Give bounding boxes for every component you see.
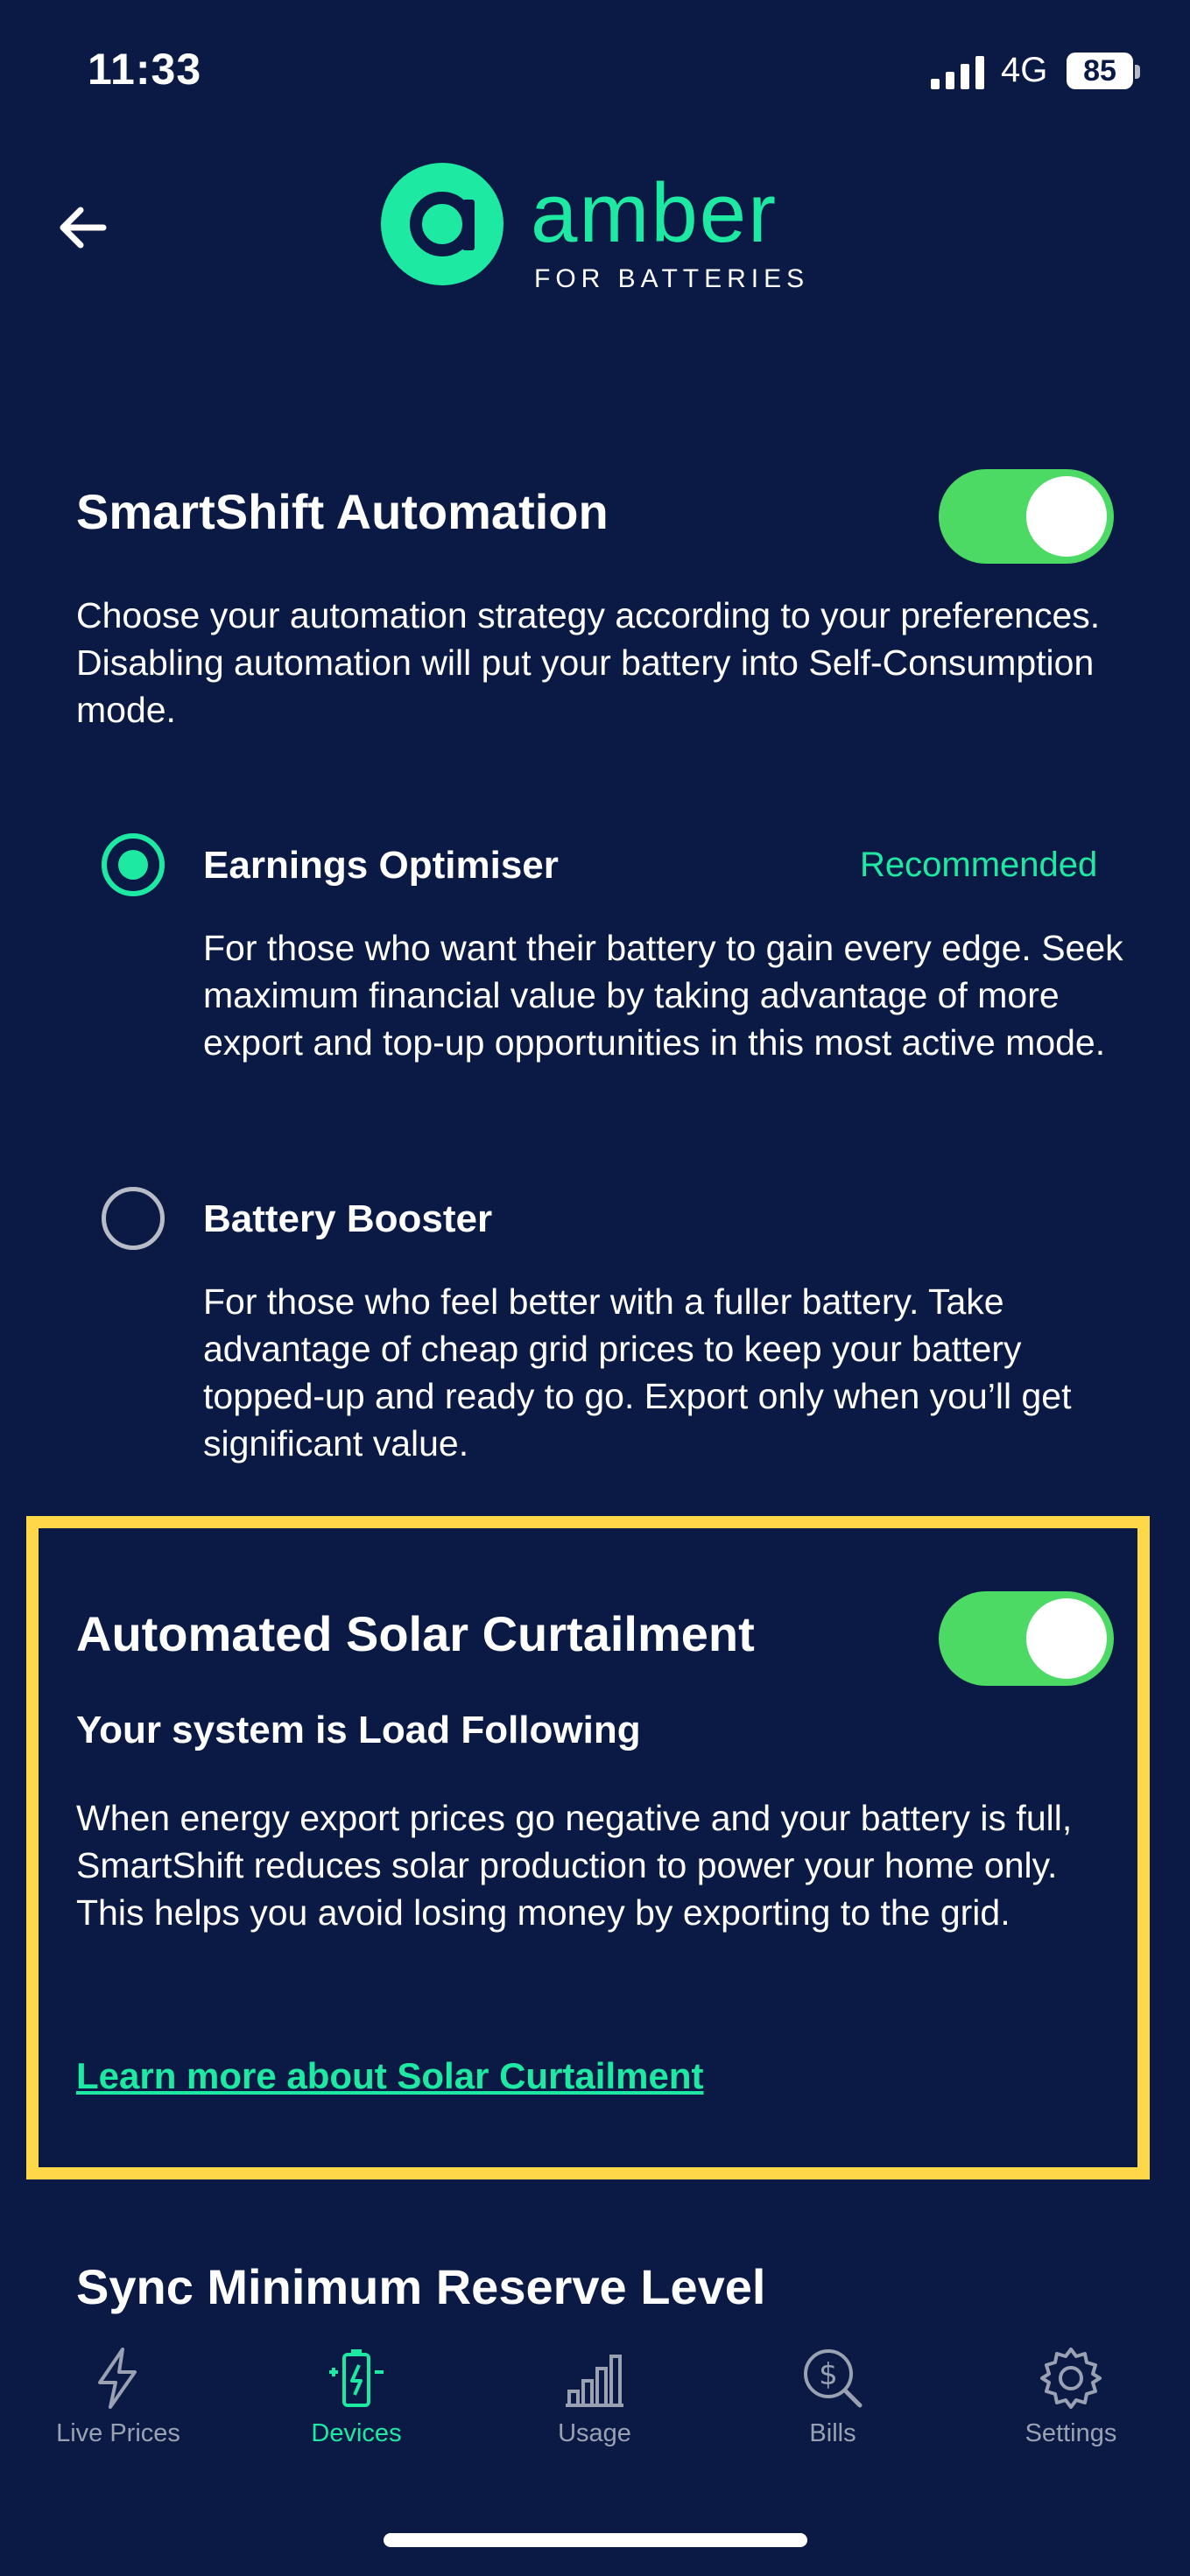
earnings-optimiser-radio[interactable] [102,833,165,896]
battery-booster-description: For those who feel better with a fuller … [203,1281,1072,1463]
tab-live-prices[interactable]: Live Prices [18,2346,219,2448]
learn-more-link[interactable]: Learn more about Solar Curtailment [76,2055,703,2097]
tab-label: Bills [809,2419,856,2447]
dollar-search-icon: $ [804,2349,863,2408]
tab-label: Usage [558,2419,631,2447]
arrow-left-icon[interactable] [54,200,110,256]
earnings-optimiser-description: For those who want their battery to gain… [203,928,1123,1063]
battery-booster-title[interactable]: Battery Booster [203,1197,492,1241]
battery-tip [1135,65,1140,79]
svg-text:$: $ [819,2357,838,2392]
tab-label: Devices [311,2419,402,2447]
battery-level: 85 [1067,53,1133,89]
lightning-icon [98,2348,137,2409]
network-type: 4G [1001,51,1048,89]
tab-label: Settings [1025,2419,1117,2447]
battery-icon [329,2349,384,2407]
bar-chart-icon [566,2355,623,2407]
sync-reserve-title: Sync Minimum Reserve Level [76,2259,766,2314]
smartshift-description: Choose your automation strategy accordin… [76,595,1101,730]
amber-logo-icon [381,163,503,285]
recommended-badge: Recommended [860,846,1098,884]
tab-settings[interactable]: Settings [970,2346,1172,2448]
brand-name: amber [531,166,778,260]
smartshift-toggle[interactable] [939,469,1114,564]
curtailment-subtitle: Your system is Load Following [76,1709,641,1751]
tab-usage[interactable]: Usage [494,2346,695,2448]
tab-label: Live Prices [56,2419,180,2447]
battery-booster-radio[interactable] [102,1187,165,1250]
curtailment-toggle[interactable] [939,1591,1114,1686]
tab-bills[interactable]: $ Bills [732,2346,933,2448]
earnings-optimiser-title[interactable]: Earnings Optimiser [203,844,559,888]
brand-subtitle: FOR BATTERIES [534,264,810,293]
smartshift-title: SmartShift Automation [76,484,609,539]
gear-icon [1040,2348,1102,2409]
signal-icon [931,56,984,89]
status-time: 11:33 [88,45,202,94]
home-indicator [384,2533,807,2547]
curtailment-description: When energy export prices go negative an… [76,1798,1073,1933]
tab-devices[interactable]: Devices [256,2346,457,2448]
curtailment-title: Automated Solar Curtailment [76,1606,755,1661]
